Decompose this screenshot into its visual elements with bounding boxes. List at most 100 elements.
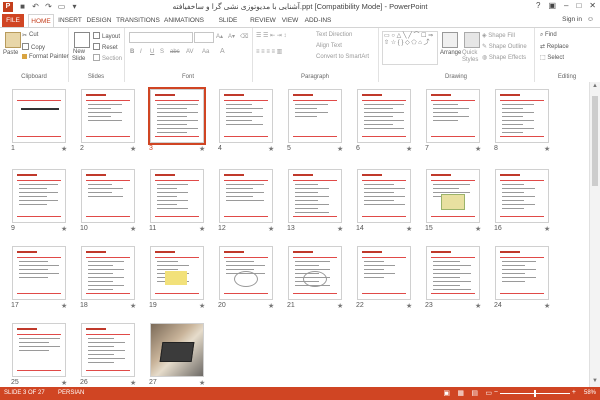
customize-icon[interactable]: ▾ <box>70 2 79 11</box>
transition-star-icon[interactable]: ★ <box>130 145 136 153</box>
slide-sorter-view-icon[interactable]: ▦ <box>457 389 464 397</box>
copy-button[interactable]: Copy <box>22 43 45 51</box>
slide-thumbnail[interactable] <box>12 89 66 143</box>
font-name-box[interactable] <box>129 32 193 43</box>
transition-star-icon[interactable]: ★ <box>337 302 343 310</box>
grow-font-icon[interactable]: A▴ <box>216 33 223 40</box>
transition-star-icon[interactable]: ★ <box>199 225 205 233</box>
text-direction-button[interactable]: Text Direction <box>316 32 352 38</box>
arrange-button[interactable]: Arrange <box>440 50 461 56</box>
new-slide-button[interactable]: New <box>73 49 85 55</box>
slide-thumbnail[interactable] <box>219 246 273 300</box>
transition-star-icon[interactable]: ★ <box>337 225 343 233</box>
slide-thumbnail[interactable] <box>426 89 480 143</box>
quick-styles-button-label2[interactable]: Styles <box>462 57 478 63</box>
transition-star-icon[interactable]: ★ <box>406 225 412 233</box>
tab-animations[interactable]: ANIMATIONS <box>164 14 204 27</box>
transition-star-icon[interactable]: ★ <box>544 302 550 310</box>
new-slide-icon[interactable] <box>74 32 90 48</box>
change-case-button[interactable]: Aa <box>202 49 209 55</box>
slide-thumbnail[interactable] <box>288 169 342 223</box>
shrink-font-icon[interactable]: A▾ <box>228 33 235 40</box>
align-text-button[interactable]: Align Text <box>316 43 342 49</box>
zoom-out-icon[interactable]: − <box>494 389 498 396</box>
transition-star-icon[interactable]: ★ <box>130 302 136 310</box>
transition-star-icon[interactable]: ★ <box>61 225 67 233</box>
slide-thumbnail[interactable] <box>150 246 204 300</box>
shapes-gallery[interactable]: ▭ ○ △ ╲ ╱ ⌒ ☐ ⇒ ⇧ ☆ { } ◇ ⬠ ⌂ ⤴ <box>382 31 438 65</box>
slide-thumbnail[interactable] <box>150 169 204 223</box>
zoom-slider-knob[interactable] <box>534 390 536 397</box>
slide-thumbnail[interactable] <box>495 169 549 223</box>
slide-thumbnail[interactable] <box>12 246 66 300</box>
language-indicator[interactable]: PERSIAN <box>58 390 84 396</box>
slide-thumbnail[interactable] <box>12 323 66 377</box>
transition-star-icon[interactable]: ★ <box>268 145 274 153</box>
strikethrough-button[interactable]: abc <box>170 49 180 55</box>
underline-button[interactable]: U <box>150 49 154 55</box>
shape-fill-button[interactable]: ◈ Shape Fill <box>482 32 515 39</box>
tab-design[interactable]: DESIGN <box>86 14 112 27</box>
zoom-level[interactable]: 58% <box>584 390 596 396</box>
slide-thumbnail[interactable] <box>81 323 135 377</box>
transition-star-icon[interactable]: ★ <box>406 145 412 153</box>
shadow-button[interactable]: S <box>160 49 164 55</box>
font-size-box[interactable] <box>194 32 214 43</box>
normal-view-icon[interactable]: ▣ <box>443 389 450 397</box>
tab-transitions[interactable]: TRANSITIONS <box>116 14 160 27</box>
scroll-thumb[interactable] <box>592 96 598 186</box>
maximize-icon[interactable]: □ <box>576 1 581 10</box>
slide-thumbnail[interactable] <box>12 169 66 223</box>
reset-button[interactable]: Reset <box>93 43 118 51</box>
slide-thumbnail[interactable] <box>81 246 135 300</box>
slide-thumbnail[interactable] <box>426 246 480 300</box>
slide-thumbnail[interactable] <box>150 323 204 377</box>
vertical-scrollbar[interactable]: ▲ ▼ <box>589 82 600 387</box>
slide-thumbnail[interactable] <box>357 246 411 300</box>
transition-star-icon[interactable]: ★ <box>475 225 481 233</box>
tab-home[interactable]: HOME <box>28 14 54 28</box>
paste-icon[interactable] <box>5 32 21 48</box>
clear-format-icon[interactable]: ⌫ <box>240 33 248 40</box>
transition-star-icon[interactable]: ★ <box>130 379 136 387</box>
transition-star-icon[interactable]: ★ <box>268 302 274 310</box>
section-button[interactable]: Section <box>93 54 122 62</box>
transition-star-icon[interactable]: ★ <box>475 145 481 153</box>
transition-star-icon[interactable]: ★ <box>61 379 67 387</box>
slide-thumbnail[interactable] <box>426 169 480 223</box>
transition-star-icon[interactable]: ★ <box>199 379 205 387</box>
slide-thumbnail[interactable] <box>288 89 342 143</box>
save-icon[interactable]: ■ <box>18 2 27 11</box>
ribbon-display-icon[interactable]: ▣ <box>548 1 556 10</box>
convert-smartart-button[interactable]: Convert to SmartArt <box>316 54 369 60</box>
transition-star-icon[interactable]: ★ <box>475 302 481 310</box>
slide-thumbnail[interactable] <box>219 89 273 143</box>
transition-star-icon[interactable]: ★ <box>268 225 274 233</box>
scroll-up-icon[interactable]: ▲ <box>590 83 600 91</box>
minimize-icon[interactable]: – <box>564 1 568 10</box>
bold-button[interactable]: B <box>130 49 134 55</box>
tab-insert[interactable]: INSERT <box>58 14 82 27</box>
slideshow-icon[interactable]: ▭ <box>57 2 66 11</box>
transition-star-icon[interactable]: ★ <box>337 145 343 153</box>
slide-thumbnail[interactable] <box>357 169 411 223</box>
align-icons[interactable]: ≡ ≡ ≡ ≡ ▥ <box>256 48 282 55</box>
replace-button[interactable]: ⇄ Replace <box>540 43 569 50</box>
user-icon[interactable]: ☺ <box>587 16 594 23</box>
undo-icon[interactable]: ↶ <box>31 2 40 11</box>
redo-icon[interactable]: ↷ <box>44 2 53 11</box>
transition-star-icon[interactable]: ★ <box>406 302 412 310</box>
quick-styles-icon[interactable] <box>464 32 480 48</box>
slideshow-view-icon[interactable]: ▭ <box>485 389 492 397</box>
tab-file[interactable]: FILE <box>2 14 24 27</box>
shape-effects-button[interactable]: ◍ Shape Effects <box>482 54 526 61</box>
transition-star-icon[interactable]: ★ <box>544 145 550 153</box>
transition-star-icon[interactable]: ★ <box>61 145 67 153</box>
scroll-down-icon[interactable]: ▼ <box>590 378 600 386</box>
close-icon[interactable]: ✕ <box>589 1 596 10</box>
find-button[interactable]: ⌕ Find <box>540 32 557 39</box>
font-color-icon[interactable]: A <box>220 48 225 55</box>
reading-view-icon[interactable]: ▤ <box>471 389 478 397</box>
layout-button[interactable]: Layout <box>93 32 120 40</box>
italic-button[interactable]: I <box>140 49 142 55</box>
